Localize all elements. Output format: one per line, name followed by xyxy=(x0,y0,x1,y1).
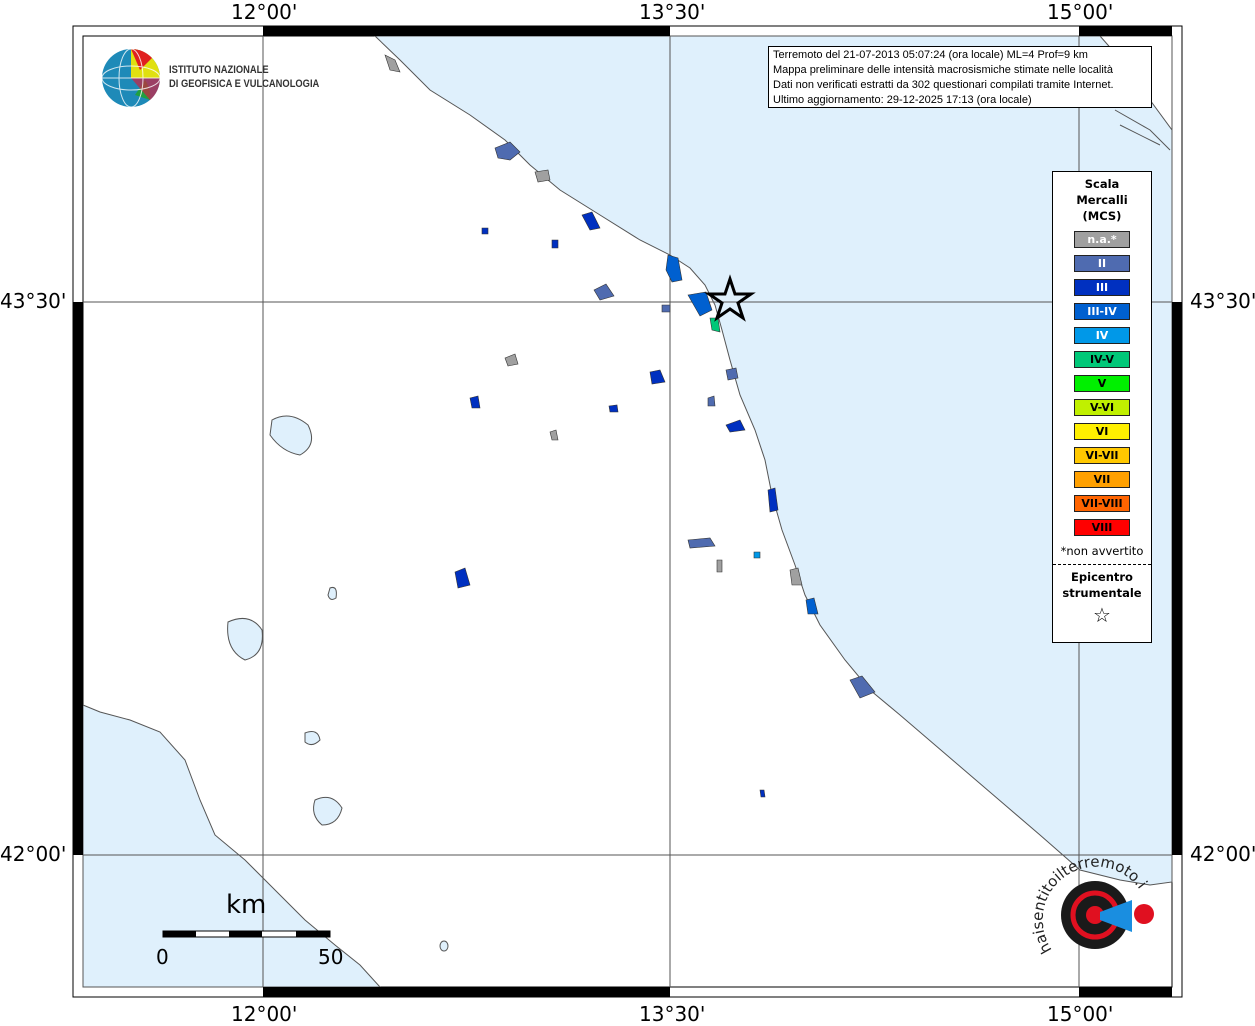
legend-swatch: VI-VII xyxy=(1074,447,1130,464)
legend-swatch: III-IV xyxy=(1074,303,1130,320)
logo-line-2: DI GEOFISICA E VULCANOLOGIA xyxy=(169,78,320,90)
lon-tick-top-2: 13°30' xyxy=(639,0,706,24)
legend-title-line: (MCS) xyxy=(1082,209,1122,223)
legend-swatch: IV xyxy=(1074,327,1130,344)
epicenter-star-icon: ☆ xyxy=(1093,603,1111,627)
lon-tick-bottom-3: 15°00' xyxy=(1047,1002,1114,1026)
lat-tick-right-2: 42°00' xyxy=(1190,842,1255,866)
legend-title-line: Scala xyxy=(1084,177,1120,191)
scale-bar xyxy=(162,930,331,938)
legend-swatch: V-VI xyxy=(1074,399,1130,416)
info-line: Mappa preliminare delle intensità macros… xyxy=(773,64,1113,76)
legend-divider xyxy=(1053,564,1151,565)
legend-title-line: Mercalli xyxy=(1076,193,1128,207)
info-line: Dati non verificati estratti da 302 ques… xyxy=(773,79,1114,91)
epicenter-label: Epicentro strumentale xyxy=(1053,569,1151,601)
scale-unit: km xyxy=(226,890,267,920)
info-box: Terremoto del 21-07-2013 05:07:24 (ora l… xyxy=(768,46,1152,108)
lon-tick-top-1: 12°00' xyxy=(231,0,298,24)
legend-swatch: IV-V xyxy=(1074,351,1130,368)
legend: Scala Mercalli (MCS) n.a.* II III III-IV IV I… xyxy=(1052,171,1152,643)
legend-title: Scala Mercalli (MCS) xyxy=(1053,176,1151,224)
legend-swatches: n.a.* II III III-IV IV IV-V V V-VI VI VI-VII VII VI… xyxy=(1053,231,1151,536)
lat-tick-left-2: 42°00' xyxy=(0,842,67,866)
legend-swatch: V xyxy=(1074,375,1130,392)
ingv-logo-globe xyxy=(101,48,161,108)
logo-line-1: ISTITUTO NAZIONALE xyxy=(169,64,269,76)
info-line: Ultimo aggiornamento: 29-12-2025 17:13 (… xyxy=(773,94,1032,106)
lat-tick-right-1: 43°30' xyxy=(1190,289,1255,313)
legend-swatch: II xyxy=(1074,255,1130,272)
legend-swatch: n.a.* xyxy=(1074,231,1130,248)
epicenter-label-line: Epicentro xyxy=(1071,570,1133,584)
lake-vico xyxy=(304,731,321,746)
legend-swatch: III xyxy=(1074,279,1130,296)
lat-tick-left-1: 43°30' xyxy=(0,289,67,313)
epicenter-label-line: strumentale xyxy=(1062,586,1142,600)
scale-max: 50 xyxy=(318,945,344,969)
lon-tick-top-3: 15°00' xyxy=(1047,0,1114,24)
legend-swatch: VI xyxy=(1074,423,1130,440)
ingv-logo-text: ISTITUTO NAZIONALE DI GEOFISICA E VULCAN… xyxy=(169,63,319,91)
legend-swatch: VIII xyxy=(1074,519,1130,536)
scale-min: 0 xyxy=(156,945,169,969)
lon-tick-bottom-2: 13°30' xyxy=(639,1002,706,1026)
lon-tick-bottom-1: 12°00' xyxy=(231,1002,298,1026)
legend-note: *non avvertito xyxy=(1060,544,1144,558)
info-line: Terremoto del 21-07-2013 05:07:24 (ora l… xyxy=(773,49,1088,61)
legend-swatch: VII-VIII xyxy=(1074,495,1130,512)
legend-swatch: VII xyxy=(1074,471,1130,488)
